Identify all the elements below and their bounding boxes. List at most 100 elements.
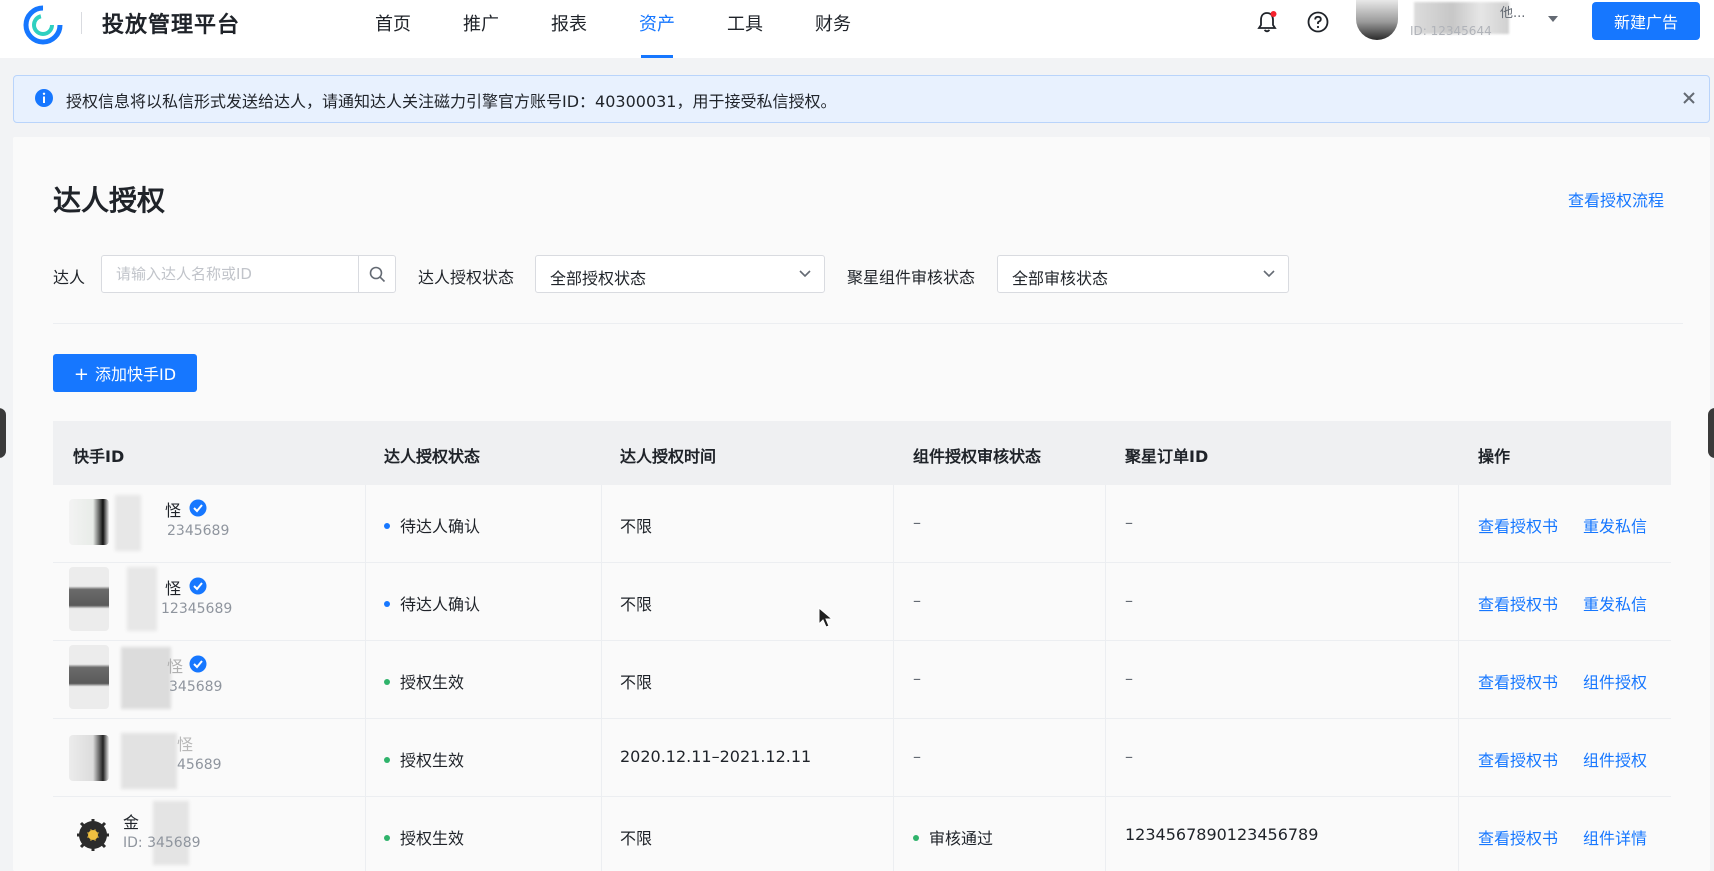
column-separator (601, 563, 602, 641)
column-separator (1105, 797, 1106, 871)
column-separator (893, 641, 894, 719)
chevron-down-icon (1263, 270, 1275, 278)
account-id: ID: 12345644 (1410, 24, 1492, 38)
view-authorization-link[interactable]: 查看授权书 (1478, 591, 1558, 615)
column-separator (893, 563, 894, 641)
column-separator (1458, 563, 1459, 641)
auth-status-text: 授权生效 (400, 829, 465, 848)
add-kuaishou-id-button[interactable]: + 添加快手ID (53, 354, 197, 392)
auth-time: 不限 (620, 517, 653, 536)
review-status: – (913, 747, 921, 766)
status-dot (384, 834, 390, 841)
kuaishou-name: 金 (123, 813, 140, 832)
view-authorization-link[interactable]: 查看授权书 (1478, 669, 1558, 693)
resend-message-link[interactable]: 重发私信 (1583, 513, 1647, 537)
chevron-down-icon (799, 270, 811, 278)
resend-message-link[interactable]: 重发私信 (1583, 591, 1647, 615)
top-navigation-bar: 投放管理平台 首页 推广 报表 资产 工具 财务 他... ID: 123456… (0, 0, 1714, 58)
column-header-order-id: 聚星订单ID (1125, 447, 1209, 466)
review-status-filter-label: 聚星组件审核状态 (847, 268, 976, 287)
verified-icon (189, 655, 207, 673)
column-separator (893, 719, 894, 797)
column-separator (1458, 797, 1459, 871)
column-separator (1458, 641, 1459, 719)
review-status: 审核通过 (913, 825, 993, 849)
new-ad-button[interactable]: 新建广告 (1592, 2, 1700, 40)
auth-time: 2020.12.11–2021.12.11 (620, 747, 812, 766)
avatar-badge-icon (77, 819, 109, 851)
review-status-select[interactable]: 全部审核状态 (997, 255, 1289, 293)
info-notice-bar: 授权信息将以私信形式发送给达人，请通知达人关注磁力引擎官方账号ID：403000… (13, 75, 1710, 123)
close-icon[interactable] (1679, 88, 1699, 108)
review-status: – (913, 669, 921, 688)
column-separator (1105, 641, 1106, 719)
talent-search-field (101, 255, 396, 293)
auth-status: 授权生效 (384, 669, 464, 693)
page-title: 达人授权 (53, 184, 166, 217)
bell-icon[interactable] (1254, 9, 1280, 35)
column-header-review-status: 组件授权审核状态 (913, 447, 1042, 466)
column-header-auth-status: 达人授权状态 (384, 447, 481, 466)
main-content-card: 达人授权 查看授权流程 达人 达人授权状态 全部授权状态 聚星组件审核状态 全部… (13, 137, 1710, 871)
component-authorize-link[interactable]: 组件授权 (1583, 747, 1647, 771)
filter-divider (53, 323, 1683, 324)
name-blurred (127, 567, 157, 631)
column-separator (1458, 485, 1459, 563)
search-button[interactable] (358, 256, 395, 292)
component-details-link[interactable]: 组件详情 (1583, 825, 1647, 849)
nav-item-finance[interactable]: 财务 (789, 0, 877, 58)
kuaishou-id: 345689 (169, 679, 223, 695)
column-separator (601, 719, 602, 797)
auth-status: 授权生效 (384, 825, 464, 849)
avatar[interactable] (1356, 0, 1398, 40)
auth-status-select-value: 全部授权状态 (550, 269, 647, 288)
avatar (69, 567, 109, 631)
table-row: 怪 12345689 待达人确认 不限 – – 查看授权书 重发私信 (53, 563, 1671, 641)
main-nav: 首页 推广 报表 资产 工具 财务 (349, 0, 877, 58)
left-edge-handle (0, 408, 6, 458)
component-authorize-link[interactable]: 组件授权 (1583, 669, 1647, 693)
auth-status-select[interactable]: 全部授权状态 (535, 255, 825, 293)
name-blurred (121, 647, 171, 709)
column-separator (893, 485, 894, 563)
view-authorization-link[interactable]: 查看授权书 (1478, 747, 1558, 771)
order-id: – (1125, 513, 1133, 532)
nav-item-reports[interactable]: 报表 (525, 0, 613, 58)
column-separator (893, 797, 894, 871)
kuaishou-id: ID: 345689 (123, 835, 201, 851)
status-dot (384, 678, 390, 685)
status-dot (384, 600, 390, 607)
status-dot (384, 756, 390, 763)
auth-status-text: 授权生效 (400, 751, 465, 770)
view-authorization-link[interactable]: 查看授权书 (1478, 513, 1558, 537)
table-header: 快手ID 达人授权状态 达人授权时间 组件授权审核状态 聚星订单ID 操作 (53, 421, 1671, 485)
auth-status-text: 待达人确认 (400, 517, 481, 536)
chevron-down-icon[interactable] (1548, 16, 1558, 22)
nav-item-assets[interactable]: 资产 (613, 0, 701, 58)
name-blurred (121, 733, 177, 789)
avatar (69, 735, 109, 781)
nav-item-home[interactable]: 首页 (349, 0, 437, 58)
auth-time: 不限 (620, 595, 653, 614)
help-icon[interactable] (1305, 9, 1331, 35)
column-separator (365, 485, 366, 563)
auth-status-text: 授权生效 (400, 673, 465, 692)
logo-icon[interactable] (22, 4, 64, 46)
view-authorization-link[interactable]: 查看授权书 (1478, 825, 1558, 849)
column-separator (365, 641, 366, 719)
talent-search-input[interactable] (102, 256, 358, 292)
kuaishou-name: 怪 (177, 735, 194, 754)
column-separator (365, 719, 366, 797)
kuaishou-id: 45689 (177, 757, 222, 773)
right-edge-handle (1708, 408, 1714, 458)
avatar (69, 645, 109, 709)
name-blurred (115, 495, 141, 551)
nav-item-promotion[interactable]: 推广 (437, 0, 525, 58)
logo-divider (81, 12, 82, 34)
table-row: 怪 45689 授权生效 2020.12.11–2021.12.11 – – 查… (53, 719, 1671, 797)
column-header-auth-time: 达人授权时间 (620, 447, 717, 466)
nav-item-tools[interactable]: 工具 (701, 0, 789, 58)
auth-status-text: 待达人确认 (400, 595, 481, 614)
view-auth-flow-link[interactable]: 查看授权流程 (1568, 187, 1664, 211)
column-separator (601, 797, 602, 871)
